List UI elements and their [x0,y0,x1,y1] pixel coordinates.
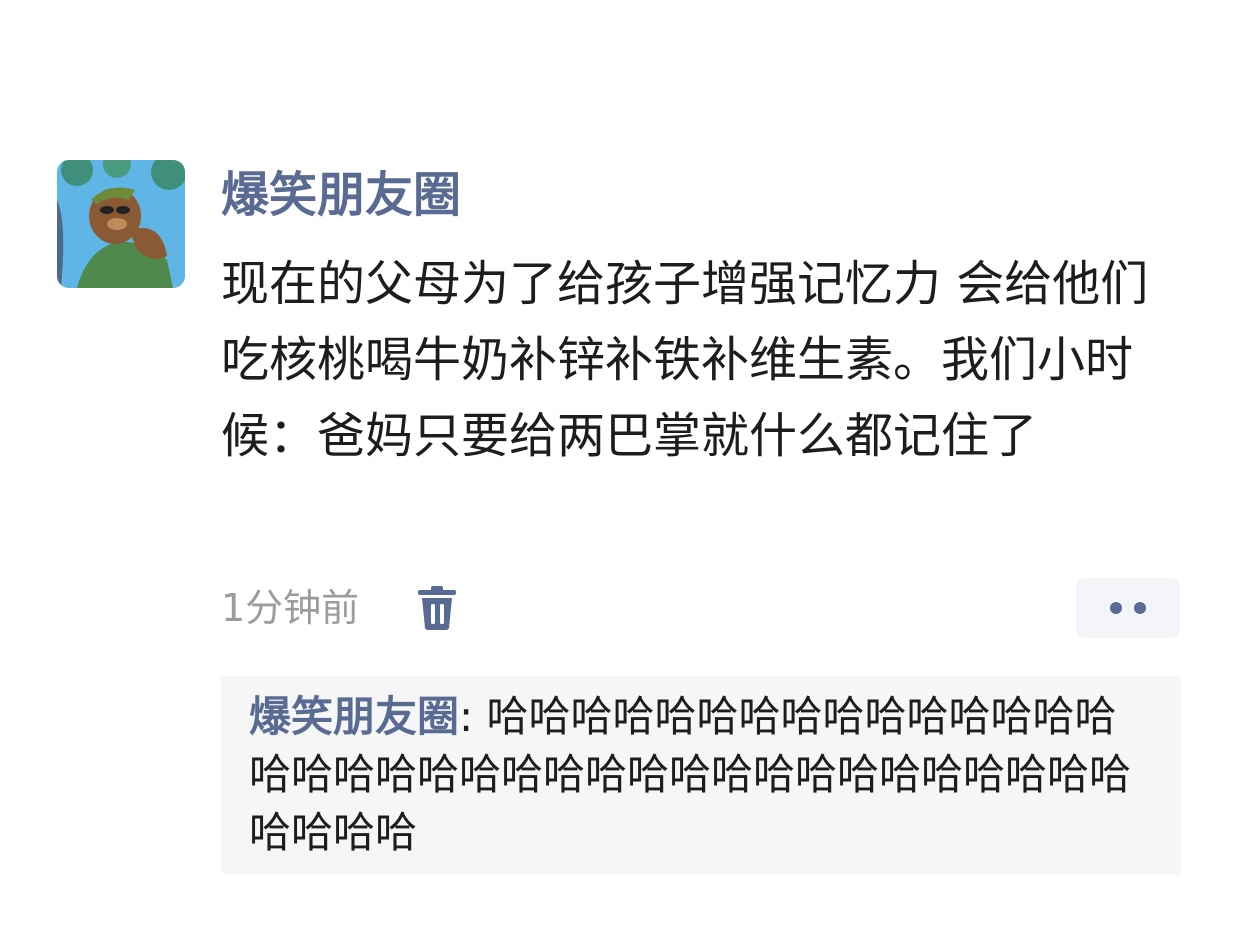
comment-item[interactable]: 爆笑朋友圈: 哈哈哈哈哈哈哈哈哈哈哈哈哈哈哈哈哈哈哈哈哈哈哈哈哈哈哈哈哈哈哈哈哈… [249,688,1149,862]
post-timestamp: 1分钟前 [221,586,360,630]
trash-icon [418,586,456,630]
comment-section: 爆笑朋友圈: 哈哈哈哈哈哈哈哈哈哈哈哈哈哈哈哈哈哈哈哈哈哈哈哈哈哈哈哈哈哈哈哈哈… [221,676,1181,874]
post-text: 现在的父母为了给孩子增强记忆力 会给他们吃核桃喝牛奶补锌补铁补维生素。我们小时候… [221,256,1149,464]
delete-button[interactable] [414,584,460,632]
more-actions-button[interactable] [1076,578,1180,638]
post-author-name[interactable]: 爆笑朋友圈 [221,165,461,225]
dot-icon [1134,602,1146,614]
comment-separator: : [459,692,487,741]
avatar[interactable] [57,160,185,288]
cartoon-bear-avatar-icon [57,160,185,288]
dot-icon [1110,602,1122,614]
comment-author[interactable]: 爆笑朋友圈 [249,692,459,741]
